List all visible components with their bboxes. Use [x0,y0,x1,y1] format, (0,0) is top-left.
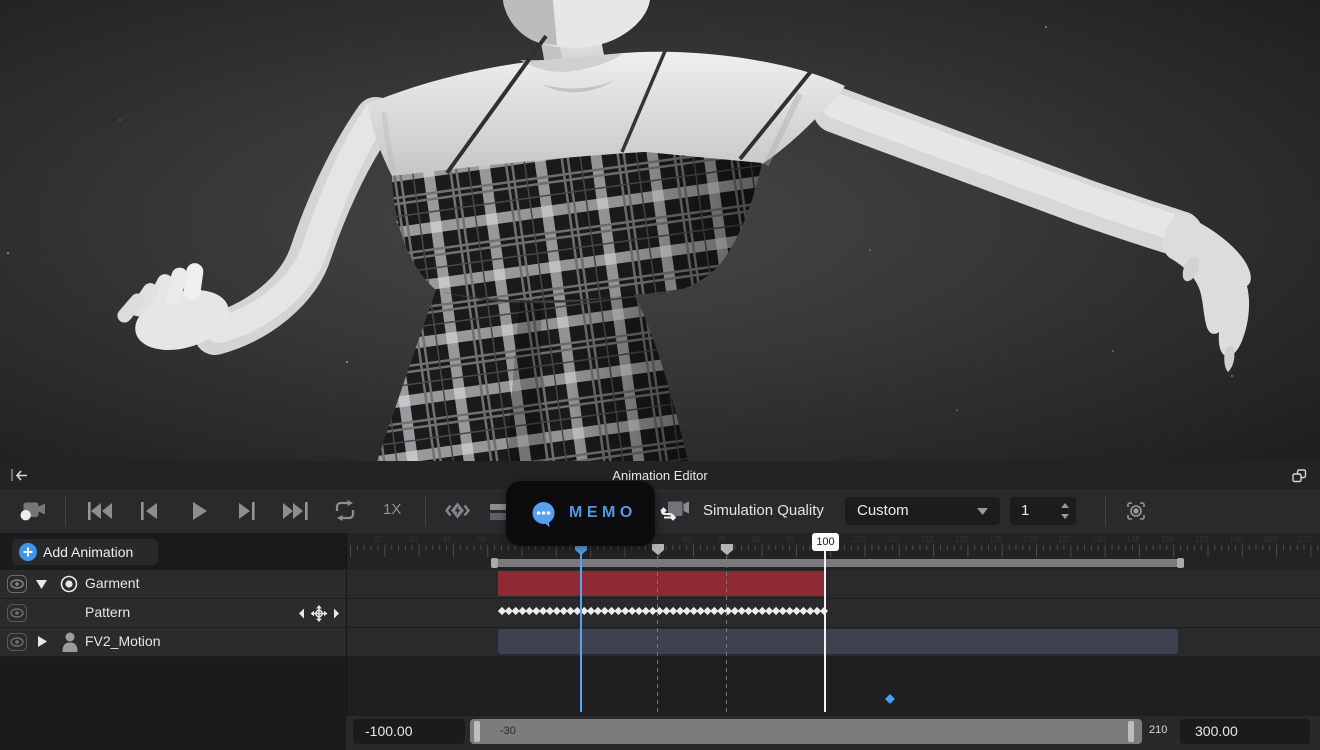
svg-text:145: 145 [1127,535,1141,544]
svg-text:120: 120 [955,535,969,544]
svg-text:95: 95 [786,535,795,544]
svg-text:170: 170 [1298,535,1312,544]
svg-text:45: 45 [443,535,452,544]
svg-text:130: 130 [1024,535,1038,544]
svg-text:80: 80 [683,535,692,544]
svg-text:90: 90 [751,535,760,544]
svg-text:115: 115 [921,535,934,544]
svg-text:155: 155 [1195,535,1209,544]
svg-text:35: 35 [374,535,383,544]
svg-text:140: 140 [1092,535,1106,544]
svg-text:50: 50 [477,535,486,544]
svg-text:160: 160 [1229,535,1243,544]
svg-text:165: 165 [1264,535,1278,544]
svg-text:125: 125 [989,535,1003,544]
svg-text:135: 135 [1058,535,1072,544]
svg-text:110: 110 [887,535,900,544]
svg-text:40: 40 [408,535,417,544]
svg-text:105: 105 [852,535,866,544]
svg-text:150: 150 [1161,535,1175,544]
